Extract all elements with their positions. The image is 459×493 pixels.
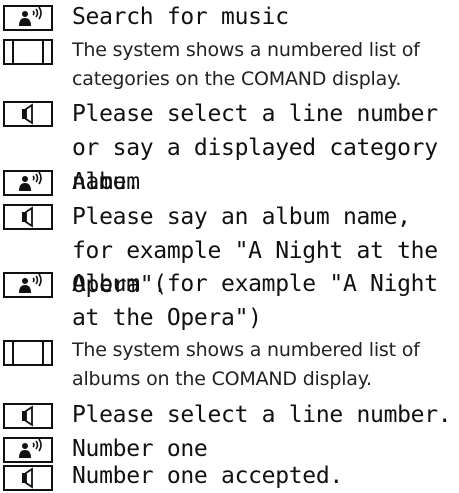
- voice-command-icon: [3, 170, 53, 196]
- voice-command-icon: [3, 5, 53, 31]
- display-screen-icon: [3, 340, 53, 366]
- dialog-text: Album: [72, 169, 140, 195]
- dialog-text: Number one accepted.: [72, 463, 343, 489]
- display-screen-icon: [3, 39, 53, 65]
- voice-command-icon: [3, 437, 53, 463]
- dialog-text: Please select a line number.: [72, 402, 452, 428]
- dialog-text: Album (for example "A Night at the Opera…: [72, 271, 438, 331]
- loudspeaker-icon: [3, 101, 53, 127]
- voice-command-icon: [3, 272, 53, 298]
- loudspeaker-icon: [3, 403, 53, 429]
- voice-dialog-sequence: Search for music The system shows a numb…: [0, 0, 459, 492]
- dialog-text: The system shows a numbered list of albu…: [72, 339, 420, 390]
- dialog-text: Search for music: [72, 4, 289, 30]
- loudspeaker-icon: [3, 204, 53, 230]
- loudspeaker-icon: [3, 465, 53, 491]
- dialog-text: The system shows a numbered list of cate…: [72, 39, 420, 90]
